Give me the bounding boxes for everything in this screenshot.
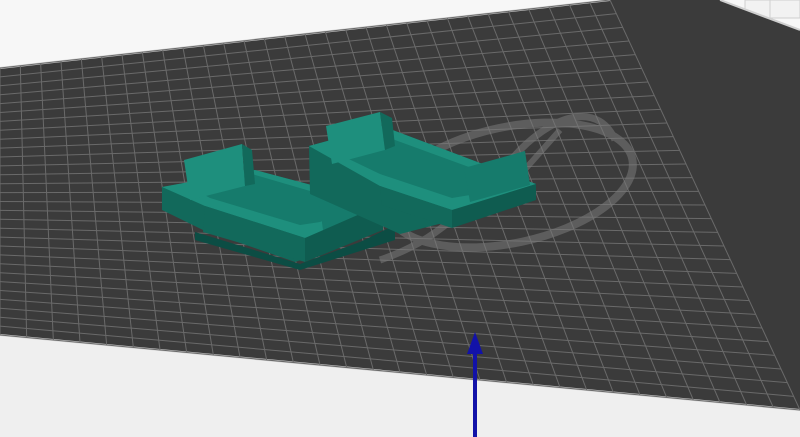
3d-viewport[interactable] bbox=[0, 0, 800, 437]
scene-canvas[interactable] bbox=[0, 0, 800, 437]
